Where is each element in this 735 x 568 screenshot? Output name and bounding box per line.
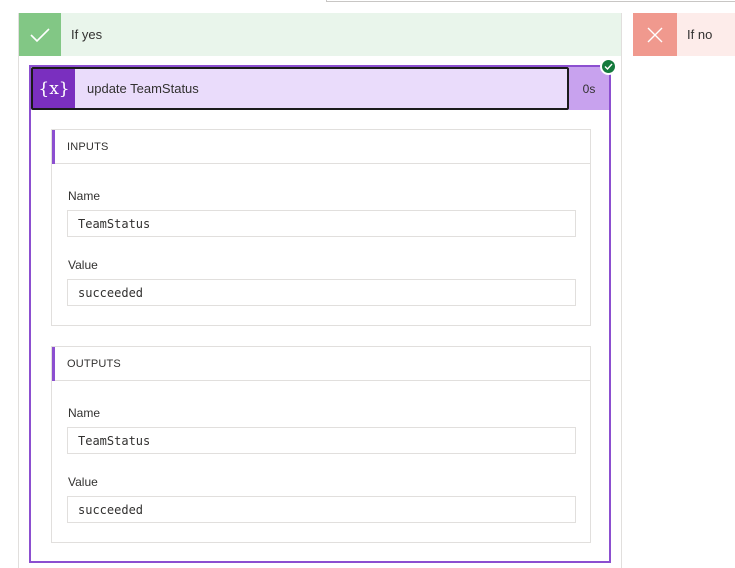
outputs-name-label: Name [68, 406, 101, 420]
inputs-title: INPUTS [67, 140, 109, 153]
duration-text: 0s [582, 81, 596, 96]
outputs-header[interactable]: OUTPUTS [52, 347, 590, 381]
if-no-label: If no [687, 27, 713, 42]
action-title: update TeamStatus [87, 81, 199, 96]
inputs-name-label: Name [68, 189, 101, 203]
outputs-value-label: Value [68, 475, 98, 489]
inputs-accent-bar [52, 130, 55, 164]
outputs-value-value: succeeded [78, 502, 144, 517]
outputs-accent-bar [52, 347, 55, 381]
outputs-section: OUTPUTS Name TeamStatus Value succeeded [51, 346, 591, 543]
variable-icon-glyph: {x} [38, 78, 70, 99]
success-check-icon [600, 58, 617, 75]
action-card-update-teamstatus: {x} update TeamStatus 0s INPUTS Name Tea… [29, 65, 611, 563]
if-no-header[interactable]: If no [633, 13, 735, 56]
variable-icon: {x} [33, 69, 75, 108]
top-panel-edge [326, 0, 735, 2]
inputs-header[interactable]: INPUTS [52, 130, 590, 164]
inputs-name-value: TeamStatus [78, 216, 151, 231]
inputs-value-label: Value [68, 258, 98, 272]
action-header-focus[interactable]: {x} update TeamStatus [31, 67, 569, 110]
action-header[interactable]: {x} update TeamStatus 0s [31, 67, 609, 110]
close-icon [633, 13, 677, 56]
checkmark-icon [19, 13, 61, 56]
outputs-name-field[interactable]: TeamStatus [67, 427, 576, 454]
outputs-value-field[interactable]: succeeded [67, 496, 576, 523]
if-yes-header[interactable]: If yes [19, 13, 621, 56]
outputs-name-value: TeamStatus [78, 433, 151, 448]
inputs-name-field[interactable]: TeamStatus [67, 210, 576, 237]
inputs-value-field[interactable]: succeeded [67, 279, 576, 306]
outputs-title: OUTPUTS [67, 357, 121, 370]
inputs-value-value: succeeded [78, 285, 144, 300]
if-yes-label: If yes [71, 27, 103, 42]
inputs-section: INPUTS Name TeamStatus Value succeeded [51, 129, 591, 326]
